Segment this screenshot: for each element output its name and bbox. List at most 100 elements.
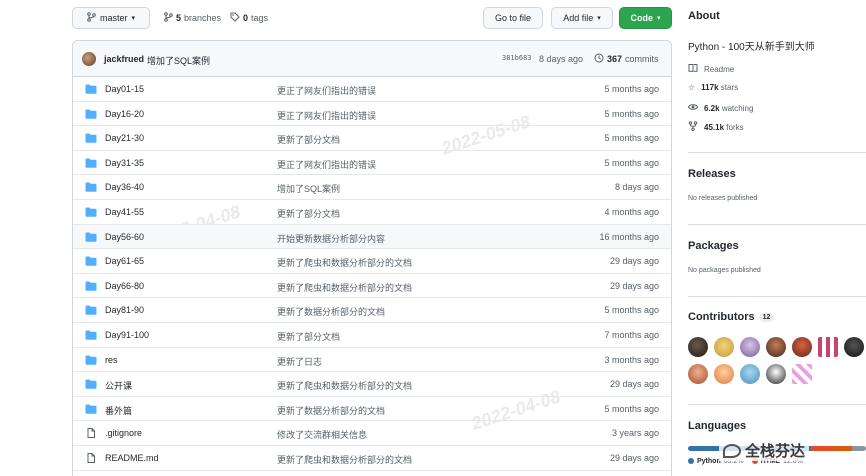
code-button[interactable]: Code ▾ [619, 7, 672, 29]
commit-message[interactable]: 增加了SQL案例 [277, 182, 340, 195]
forks-link[interactable]: 45.1k forks [688, 121, 744, 133]
add-file-button[interactable]: Add file ▾ [551, 7, 613, 29]
commit-time: 3 months ago [604, 354, 659, 365]
table-row[interactable]: 公开课 更新了爬虫和数据分析部分的文档 29 days ago [73, 372, 671, 397]
avatar[interactable] [714, 364, 734, 384]
commits-link[interactable]: 367 commits [594, 53, 659, 65]
folder-icon [85, 232, 97, 242]
language-dot-icon [688, 458, 694, 465]
tags-link[interactable]: 0 tags [230, 7, 268, 29]
commit-message[interactable]: 更新了日志 [277, 355, 322, 368]
table-row[interactable]: 番外篇 更新了数据分析部分的文档 5 months ago [73, 397, 671, 422]
table-row[interactable]: Day41-55 更新了部分文档 4 months ago [73, 200, 671, 225]
commit-message[interactable]: 增加了SQL案例 [147, 54, 210, 67]
fork-icon [688, 121, 698, 133]
commit-message[interactable]: 更新了爬虫和数据分析部分的文档 [277, 379, 412, 392]
commit-message[interactable]: 更正了网友们指出的错误 [277, 158, 376, 171]
avatar[interactable] [818, 337, 838, 357]
branch-select-button[interactable]: master ▾ [72, 7, 150, 29]
avatar[interactable] [714, 337, 734, 357]
commit-message[interactable]: 更新了部分文档 [277, 207, 340, 220]
file-name[interactable]: Day81-90 [105, 305, 144, 315]
git-branch-icon [87, 12, 96, 24]
chat-bubble-icon [723, 443, 741, 458]
stars-count: 117k [701, 83, 719, 92]
table-row[interactable]: Day61-65 更新了爬虫和数据分析部分的文档 29 days ago [73, 249, 671, 274]
table-row[interactable]: Day56-60 开始更新数据分析部分内容 16 months ago [73, 224, 671, 250]
commit-message[interactable]: 更新了部分文档 [277, 133, 340, 146]
avatar[interactable] [688, 364, 708, 384]
file-name[interactable]: Day91-100 [105, 330, 149, 340]
book-icon [688, 63, 698, 75]
table-row[interactable]: Day66-80 更新了爬虫和数据分析部分的文档 29 days ago [73, 274, 671, 299]
file-name[interactable]: Day16-20 [105, 109, 144, 119]
commit-time: 29 days ago [609, 379, 659, 390]
commit-time: 3 years ago [611, 428, 659, 439]
avatar[interactable] [740, 337, 760, 357]
repo-sidebar: About Python - 100天从新手到大师 Readme ☆ 117k … [687, 0, 866, 476]
commit-author[interactable]: jackfrued [104, 54, 144, 64]
file-name[interactable]: Day56-60 [105, 232, 144, 242]
releases-empty: No releases published [688, 195, 758, 202]
add-file-label: Add file [563, 13, 594, 23]
table-row[interactable]: README.md 更新了爬虫和数据分析部分的文档 29 days ago [73, 446, 671, 471]
commit-message[interactable]: 更新了爬虫和数据分析部分的文档 [277, 453, 412, 466]
commit-message[interactable]: 更新了爬虫和数据分析部分的文档 [277, 256, 412, 269]
file-name[interactable]: .gitignore [105, 428, 142, 438]
file-name[interactable]: README.md [105, 453, 159, 463]
avatar[interactable] [844, 337, 864, 357]
avatar[interactable] [792, 337, 812, 357]
file-name[interactable]: 公开课 [105, 379, 132, 392]
commit-message[interactable]: 更新了部分文档 [277, 330, 340, 343]
commits-count: 367 [607, 54, 623, 64]
branches-link[interactable]: 5 branches [164, 7, 221, 29]
file-name[interactable]: Day01-15 [105, 84, 144, 94]
commit-message[interactable]: 更新了数据分析部分的文档 [277, 305, 385, 318]
table-row[interactable]: Day91-100 更新了部分文档 7 months ago [73, 323, 671, 348]
table-row[interactable]: .gitignore 修改了交流群相关信息 3 years ago [73, 421, 671, 446]
tags-label: tags [251, 13, 269, 23]
commit-time: 16 months ago [599, 231, 659, 242]
brand-watermark-text: 全栈芬达 [745, 443, 806, 460]
commit-message[interactable]: 更新了爬虫和数据分析部分的文档 [277, 281, 412, 294]
table-row[interactable]: Day21-30 更新了部分文档 5 months ago [73, 126, 671, 151]
commit-sha[interactable]: 381b683 [502, 54, 532, 62]
commit-message[interactable]: 更正了网友们指出的错误 [277, 109, 376, 122]
commit-message[interactable]: 修改了交流群相关信息 [277, 428, 367, 441]
file-name[interactable]: res [105, 355, 118, 365]
file-name[interactable]: Day21-30 [105, 133, 144, 143]
contributors-heading[interactable]: Contributors 12 [688, 311, 775, 323]
releases-heading[interactable]: Releases [688, 168, 736, 180]
folder-icon [85, 281, 97, 291]
avatar[interactable] [766, 364, 786, 384]
file-name[interactable]: Day41-55 [105, 207, 144, 217]
tags-count: 0 [243, 13, 249, 23]
table-row[interactable]: Day36-40 增加了SQL案例 8 days ago [73, 175, 671, 200]
avatar[interactable] [792, 364, 812, 384]
table-row[interactable]: Day31-35 更正了网友们指出的错误 5 months ago [73, 151, 671, 176]
commit-time: 5 months ago [604, 305, 659, 316]
avatar[interactable] [766, 337, 786, 357]
avatar[interactable] [82, 52, 96, 66]
stars-link[interactable]: ☆ 117k stars [688, 83, 738, 92]
commit-message[interactable]: 更正了网友们指出的错误 [277, 84, 376, 97]
file-icon [85, 428, 97, 439]
packages-heading[interactable]: Packages [688, 240, 739, 252]
file-name[interactable]: Day36-40 [105, 182, 144, 192]
file-name[interactable]: 番外篇 [105, 404, 132, 417]
table-row[interactable]: Day16-20 更正了网友们指出的错误 5 months ago [73, 102, 671, 127]
commit-message[interactable]: 开始更新数据分析部分内容 [277, 232, 385, 245]
file-name[interactable]: Day31-35 [105, 158, 144, 168]
file-name[interactable]: Day66-80 [105, 281, 144, 291]
go-to-file-button[interactable]: Go to file [483, 7, 543, 29]
file-name[interactable]: Day61-65 [105, 256, 144, 266]
avatar[interactable] [688, 337, 708, 357]
avatar[interactable] [740, 364, 760, 384]
table-row[interactable]: Day01-15 更正了网友们指出的错误 5 months ago [73, 77, 671, 102]
table-row[interactable]: res 更新了日志 3 months ago [73, 348, 671, 373]
readme-link[interactable]: Readme [688, 63, 734, 75]
watching-link[interactable]: 6.2k watching [687, 102, 753, 114]
table-row[interactable]: Day81-90 更新了数据分析部分的文档 5 months ago [73, 298, 671, 323]
commit-message[interactable]: 更新了数据分析部分的文档 [277, 404, 385, 417]
folder-icon [85, 355, 97, 365]
